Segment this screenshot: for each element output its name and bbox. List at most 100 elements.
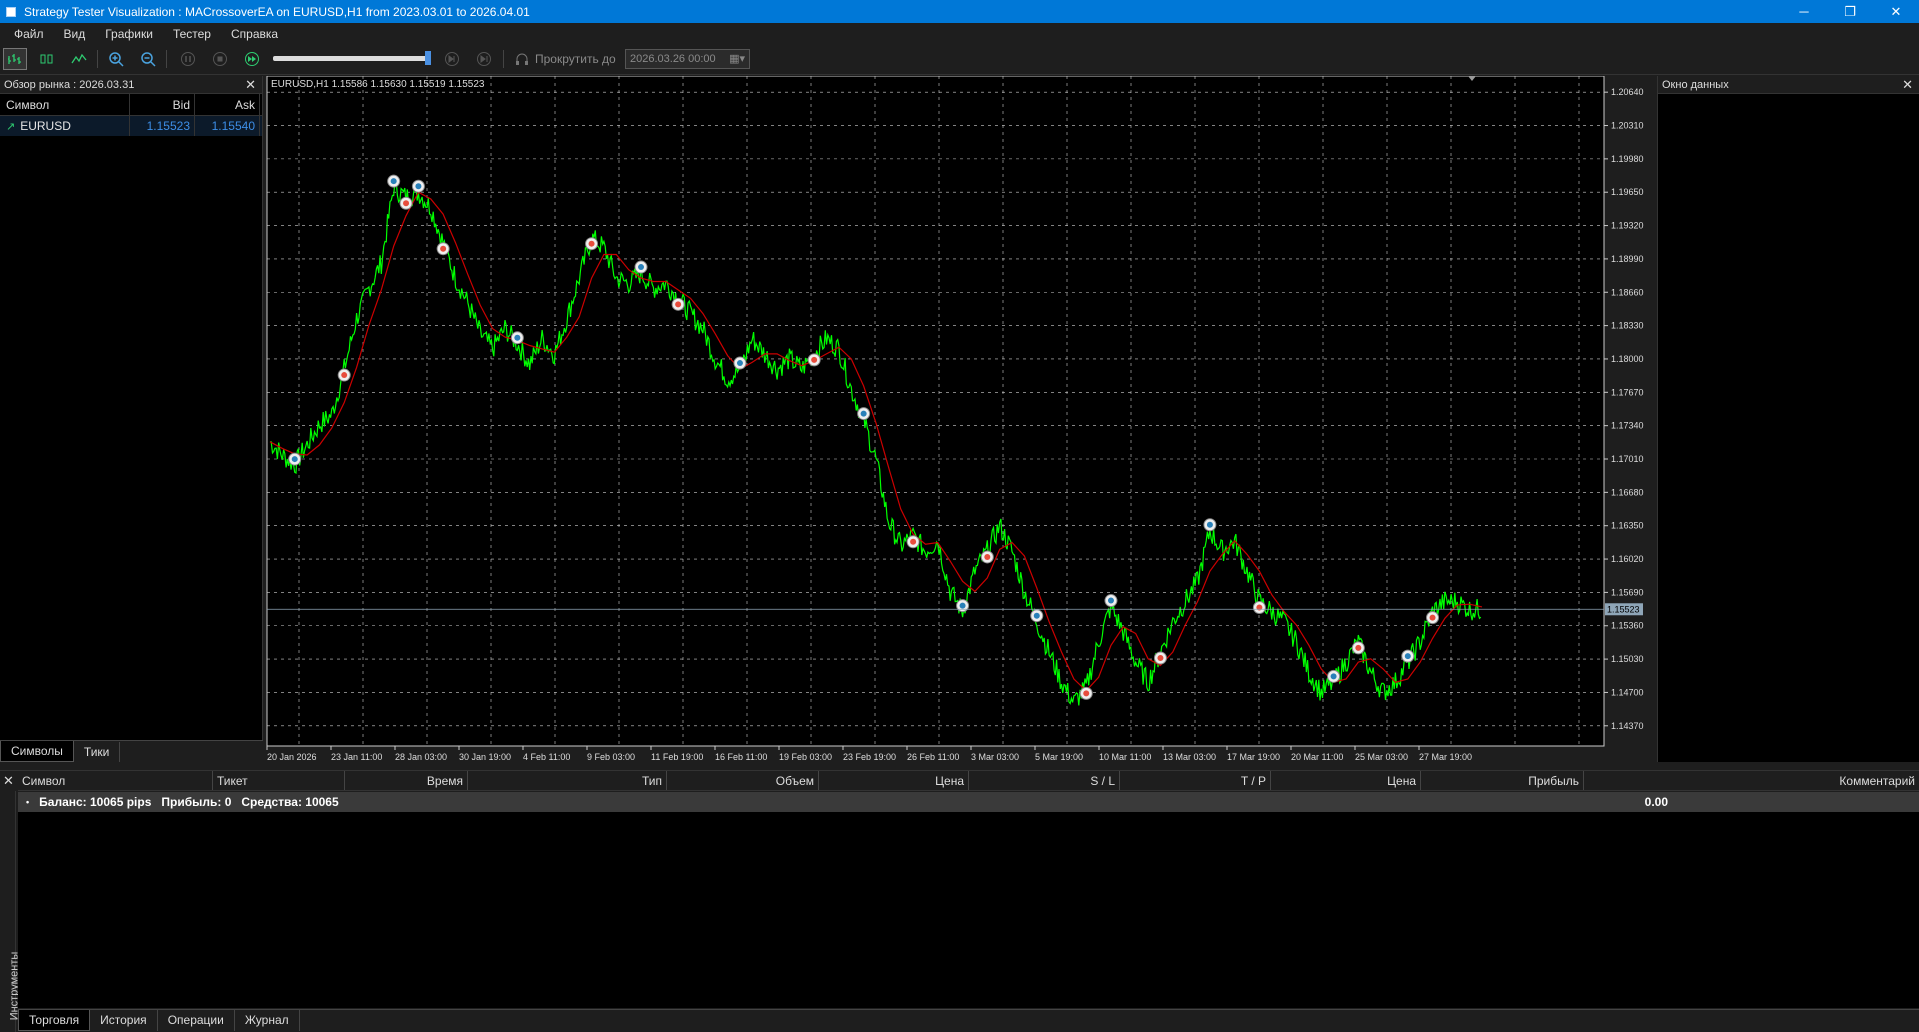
data-window-panel: Окно данных ✕ — [1657, 76, 1919, 762]
trade-marker-dot — [588, 240, 595, 247]
skip-to-end-icon[interactable] — [472, 48, 496, 70]
tab-journal[interactable]: Журнал — [235, 1010, 300, 1031]
bar-chart-icon[interactable] — [3, 48, 27, 70]
bid-value: 1.15523 — [130, 116, 195, 136]
speed-slider-thumb[interactable] — [425, 51, 431, 65]
trade-marker-dot — [638, 264, 645, 271]
col-price[interactable]: Цена — [819, 771, 969, 790]
trades-list — [18, 812, 1919, 1008]
column-ask[interactable]: Ask — [195, 94, 260, 115]
trade-marker-dot — [514, 334, 521, 341]
tab-ticks[interactable]: Тики — [74, 742, 121, 762]
y-tick-label: 1.18660 — [1611, 287, 1644, 297]
tab-symbols[interactable]: Символы — [0, 741, 74, 762]
column-bid[interactable]: Bid — [130, 94, 195, 115]
calendar-icon[interactable]: ▦▾ — [729, 52, 745, 65]
minimize-button[interactable]: ─ — [1781, 0, 1827, 23]
menu-view[interactable]: Вид — [54, 27, 96, 41]
x-tick-label: 10 Mar 11:00 — [1099, 752, 1151, 762]
x-tick-label: 23 Feb 19:00 — [843, 752, 896, 762]
symbol-name: EURUSD — [20, 119, 71, 133]
trade-marker-dot — [736, 360, 743, 367]
col-tp[interactable]: T / P — [1120, 771, 1271, 790]
trade-marker-dot — [415, 183, 422, 190]
menu-bar: Файл Вид Графики Тестер Справка — [0, 23, 1919, 44]
y-tick-label: 1.18330 — [1611, 321, 1644, 331]
step-forward-icon[interactable] — [440, 48, 464, 70]
y-tick-label: 1.19980 — [1611, 154, 1644, 164]
x-tick-label: 17 Mar 19:00 — [1227, 752, 1280, 762]
col-time[interactable]: Время — [345, 771, 468, 790]
market-watch-columns: Символ Bid Ask — [0, 94, 262, 116]
candlestick-icon[interactable] — [35, 48, 59, 70]
trade-marker-dot — [860, 410, 867, 417]
x-tick-label: 26 Feb 11:00 — [907, 752, 959, 762]
chart-area[interactable]: 1.20640 1.20310 1.19980 1.19650 1.19320 1.189… — [264, 76, 1656, 762]
restore-button[interactable]: ❐ — [1827, 0, 1873, 23]
trade-marker-dot — [1330, 673, 1337, 680]
zoom-out-icon[interactable] — [136, 48, 160, 70]
col-volume[interactable]: Объем — [667, 771, 819, 790]
symbol-row[interactable]: ↗ EURUSD 1.15523 1.15540 — [0, 116, 262, 136]
x-tick-label: 30 Jan 19:00 — [459, 752, 511, 762]
menu-tester[interactable]: Тестер — [163, 27, 221, 41]
col-profit[interactable]: Прибыль — [1421, 771, 1584, 790]
trade-marker-dot — [1083, 690, 1090, 697]
close-icon[interactable]: ✕ — [245, 77, 256, 93]
toolbox-tabs: Торговля История Операции Журнал — [18, 1009, 1919, 1031]
column-symbol[interactable]: Символ — [0, 94, 130, 115]
trade-marker-dot — [440, 245, 447, 252]
trade-marker-dot — [341, 372, 348, 379]
trade-marker-dot — [1355, 644, 1362, 651]
x-tick-label: 5 Mar 19:00 — [1035, 752, 1083, 762]
col-sl[interactable]: S / L — [969, 771, 1120, 790]
y-tick-label: 1.15360 — [1611, 621, 1644, 631]
x-tick-label: 4 Feb 11:00 — [523, 752, 570, 762]
trade-marker-dot — [1033, 612, 1040, 619]
trade-marker-dot — [390, 178, 397, 185]
col-ticket[interactable]: Тикет — [213, 771, 345, 790]
market-watch-tabs: Символы Тики — [0, 740, 263, 762]
trade-marker-dot — [984, 553, 991, 560]
tab-operations[interactable]: Операции — [158, 1010, 235, 1031]
y-tick-label: 1.15690 — [1611, 587, 1644, 597]
trade-marker-dot — [1157, 655, 1164, 662]
zoom-in-icon[interactable] — [104, 48, 128, 70]
chart-plot-area — [266, 76, 1605, 747]
fast-forward-icon[interactable] — [240, 48, 264, 70]
y-tick-label: 1.16680 — [1611, 487, 1644, 497]
balance-row[interactable]: • Баланс: 10065 pips Прибыль: 0 Средства… — [18, 792, 1919, 812]
scroll-date-input[interactable]: 2026.03.26 00:00 ▦▾ — [625, 49, 750, 69]
col-current-price[interactable]: Цена — [1271, 771, 1421, 790]
chart-header: EURUSD,H1 1.15586 1.15630 1.15519 1.1552… — [271, 79, 485, 90]
app-icon — [6, 6, 16, 17]
line-chart-icon[interactable] — [67, 48, 91, 70]
col-comment[interactable]: Комментарий — [1584, 771, 1919, 790]
tab-history[interactable]: История — [90, 1010, 158, 1031]
col-symbol[interactable]: Символ — [18, 771, 213, 790]
menu-help[interactable]: Справка — [221, 27, 288, 41]
menu-file[interactable]: Файл — [4, 27, 54, 41]
trade-marker-dot — [811, 356, 818, 363]
y-tick-label: 1.15030 — [1611, 654, 1644, 664]
y-tick-label: 1.18000 — [1611, 354, 1644, 364]
y-tick-label: 1.20310 — [1611, 121, 1644, 131]
menu-charts[interactable]: Графики — [95, 27, 163, 41]
pause-icon[interactable] — [176, 48, 200, 70]
y-tick-label: 1.14370 — [1611, 721, 1644, 731]
close-icon[interactable]: ✕ — [1902, 77, 1913, 93]
stop-icon[interactable] — [208, 48, 232, 70]
tab-trade[interactable]: Торговля — [18, 1010, 91, 1031]
scroll-date-value: 2026.03.26 00:00 — [630, 53, 716, 65]
market-watch-title: Обзор рынка : 2026.03.31 — [4, 78, 135, 91]
close-icon[interactable]: ✕ — [3, 773, 14, 789]
price-chart[interactable]: 1.20640 1.20310 1.19980 1.19650 1.19320 1.189… — [264, 76, 1656, 762]
col-type[interactable]: Тип — [468, 771, 667, 790]
trend-up-icon: ↗ — [6, 120, 16, 133]
y-tick-label: 1.17670 — [1611, 387, 1644, 397]
y-tick-label: 1.16020 — [1611, 554, 1644, 564]
speed-slider[interactable] — [273, 56, 428, 61]
close-window-button[interactable]: ✕ — [1873, 0, 1919, 23]
y-tick-label: 1.18990 — [1611, 254, 1644, 264]
market-watch-panel: Обзор рынка : 2026.03.31 ✕ Символ Bid As… — [0, 76, 263, 762]
